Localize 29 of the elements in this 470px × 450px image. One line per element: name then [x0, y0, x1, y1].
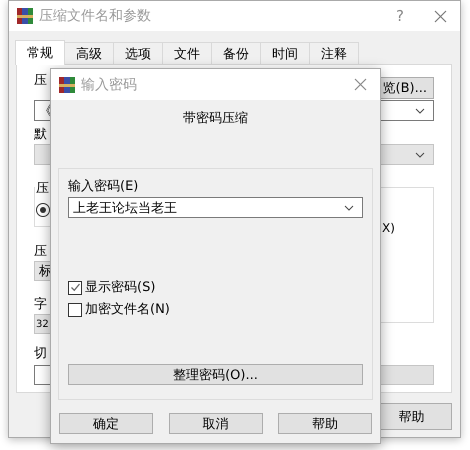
chevron-down-icon: [344, 204, 354, 210]
field-label: 压: [34, 244, 47, 260]
field-label: 字: [34, 297, 47, 313]
books-icon: [16, 7, 34, 25]
books-icon: [58, 76, 76, 94]
close-icon[interactable]: [434, 10, 447, 22]
checkbox-label: 加密文件名(N): [85, 302, 170, 317]
chevron-down-icon: [415, 108, 425, 114]
help-button[interactable]: ?: [396, 7, 404, 25]
field-label: 压: [34, 73, 47, 89]
dialog-heading: 带密码压缩: [182, 111, 249, 127]
dialog-button[interactable]: 取消: [168, 413, 262, 434]
close-icon[interactable]: [354, 78, 367, 91]
dialog-title: 输入密码: [81, 76, 138, 94]
tab[interactable]: 常规: [15, 40, 65, 65]
option-label: X): [382, 221, 395, 235]
checkbox[interactable]: [68, 302, 82, 316]
password-field[interactable]: 上老王论坛当老王: [68, 197, 363, 218]
checkbox-label: 显示密码(S): [85, 280, 156, 295]
password-label: 输入密码(E): [68, 179, 140, 195]
window-title: 压缩文件名和参数: [39, 7, 152, 25]
field-label: 切: [34, 346, 47, 362]
tab[interactable]: 注释: [309, 42, 359, 64]
dialog-button[interactable]: 确定: [59, 413, 153, 434]
dialog-button[interactable]: 帮助: [278, 413, 372, 434]
chevron-down-icon: [415, 152, 425, 158]
organize-passwords-button[interactable]: 整理密码(O)...: [68, 364, 363, 385]
checkbox[interactable]: [68, 280, 82, 294]
field-label: 默: [34, 127, 47, 143]
